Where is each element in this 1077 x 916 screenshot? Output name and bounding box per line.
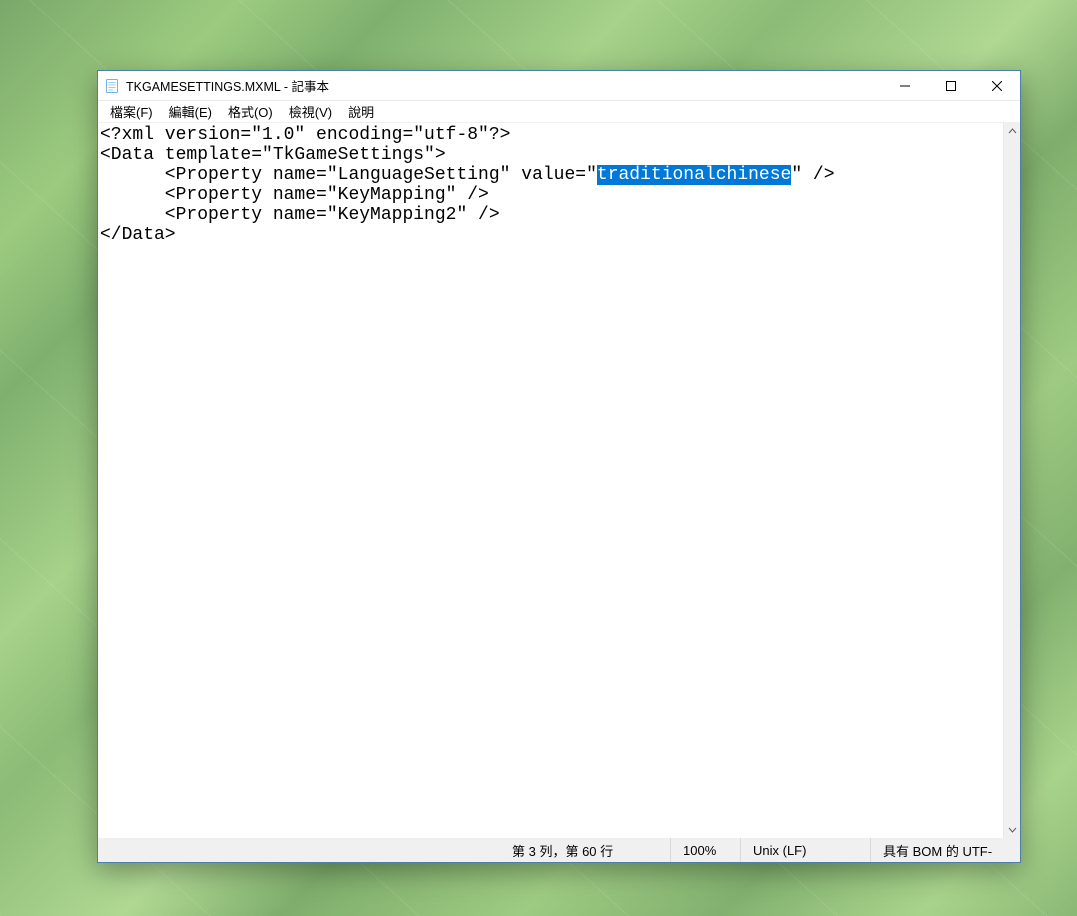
menu-help[interactable]: 說明: [340, 101, 382, 122]
notepad-window: TKGAMESETTINGS.MXML - 記事本 檔案(F) 編輯(E) 格式…: [97, 70, 1021, 863]
maximize-button[interactable]: [928, 71, 974, 100]
code-line: <Property name="LanguageSetting" value=": [100, 165, 597, 185]
scroll-up-icon[interactable]: [1004, 123, 1020, 140]
text-selection[interactable]: traditionalchinese: [597, 165, 791, 185]
code-line: </Data>: [100, 225, 176, 245]
desktop-background: TKGAMESETTINGS.MXML - 記事本 檔案(F) 編輯(E) 格式…: [0, 0, 1077, 916]
scroll-track[interactable]: [1004, 140, 1020, 821]
menu-format[interactable]: 格式(O): [220, 101, 281, 122]
code-line: <?xml version="1.0" encoding="utf-8"?>: [100, 125, 510, 145]
code-line: <Property name="KeyMapping" />: [100, 185, 489, 205]
editor-area: <?xml version="1.0" encoding="utf-8"?> <…: [98, 123, 1020, 838]
window-controls: [882, 71, 1020, 100]
menu-edit[interactable]: 編輯(E): [161, 101, 220, 122]
scroll-down-icon[interactable]: [1004, 821, 1020, 838]
status-cursor-position: 第 3 列，第 60 行: [500, 838, 670, 862]
vertical-scrollbar[interactable]: [1003, 123, 1020, 838]
code-line: " />: [791, 165, 834, 185]
menu-file[interactable]: 檔案(F): [102, 101, 161, 122]
title-bar[interactable]: TKGAMESETTINGS.MXML - 記事本: [98, 71, 1020, 101]
status-encoding: 具有 BOM 的 UTF-: [870, 838, 1020, 862]
code-line: <Data template="TkGameSettings">: [100, 145, 446, 165]
notepad-icon: [104, 78, 120, 94]
status-bar: 第 3 列，第 60 行 100% Unix (LF) 具有 BOM 的 UTF…: [98, 838, 1020, 862]
status-zoom: 100%: [670, 838, 740, 862]
code-line: <Property name="KeyMapping2" />: [100, 205, 500, 225]
window-title: TKGAMESETTINGS.MXML - 記事本: [126, 76, 329, 95]
close-button[interactable]: [974, 71, 1020, 100]
menu-view[interactable]: 檢視(V): [281, 101, 340, 122]
status-line-ending: Unix (LF): [740, 838, 870, 862]
text-editor[interactable]: <?xml version="1.0" encoding="utf-8"?> <…: [98, 123, 1003, 838]
minimize-button[interactable]: [882, 71, 928, 100]
menu-bar: 檔案(F) 編輯(E) 格式(O) 檢視(V) 說明: [98, 101, 1020, 123]
